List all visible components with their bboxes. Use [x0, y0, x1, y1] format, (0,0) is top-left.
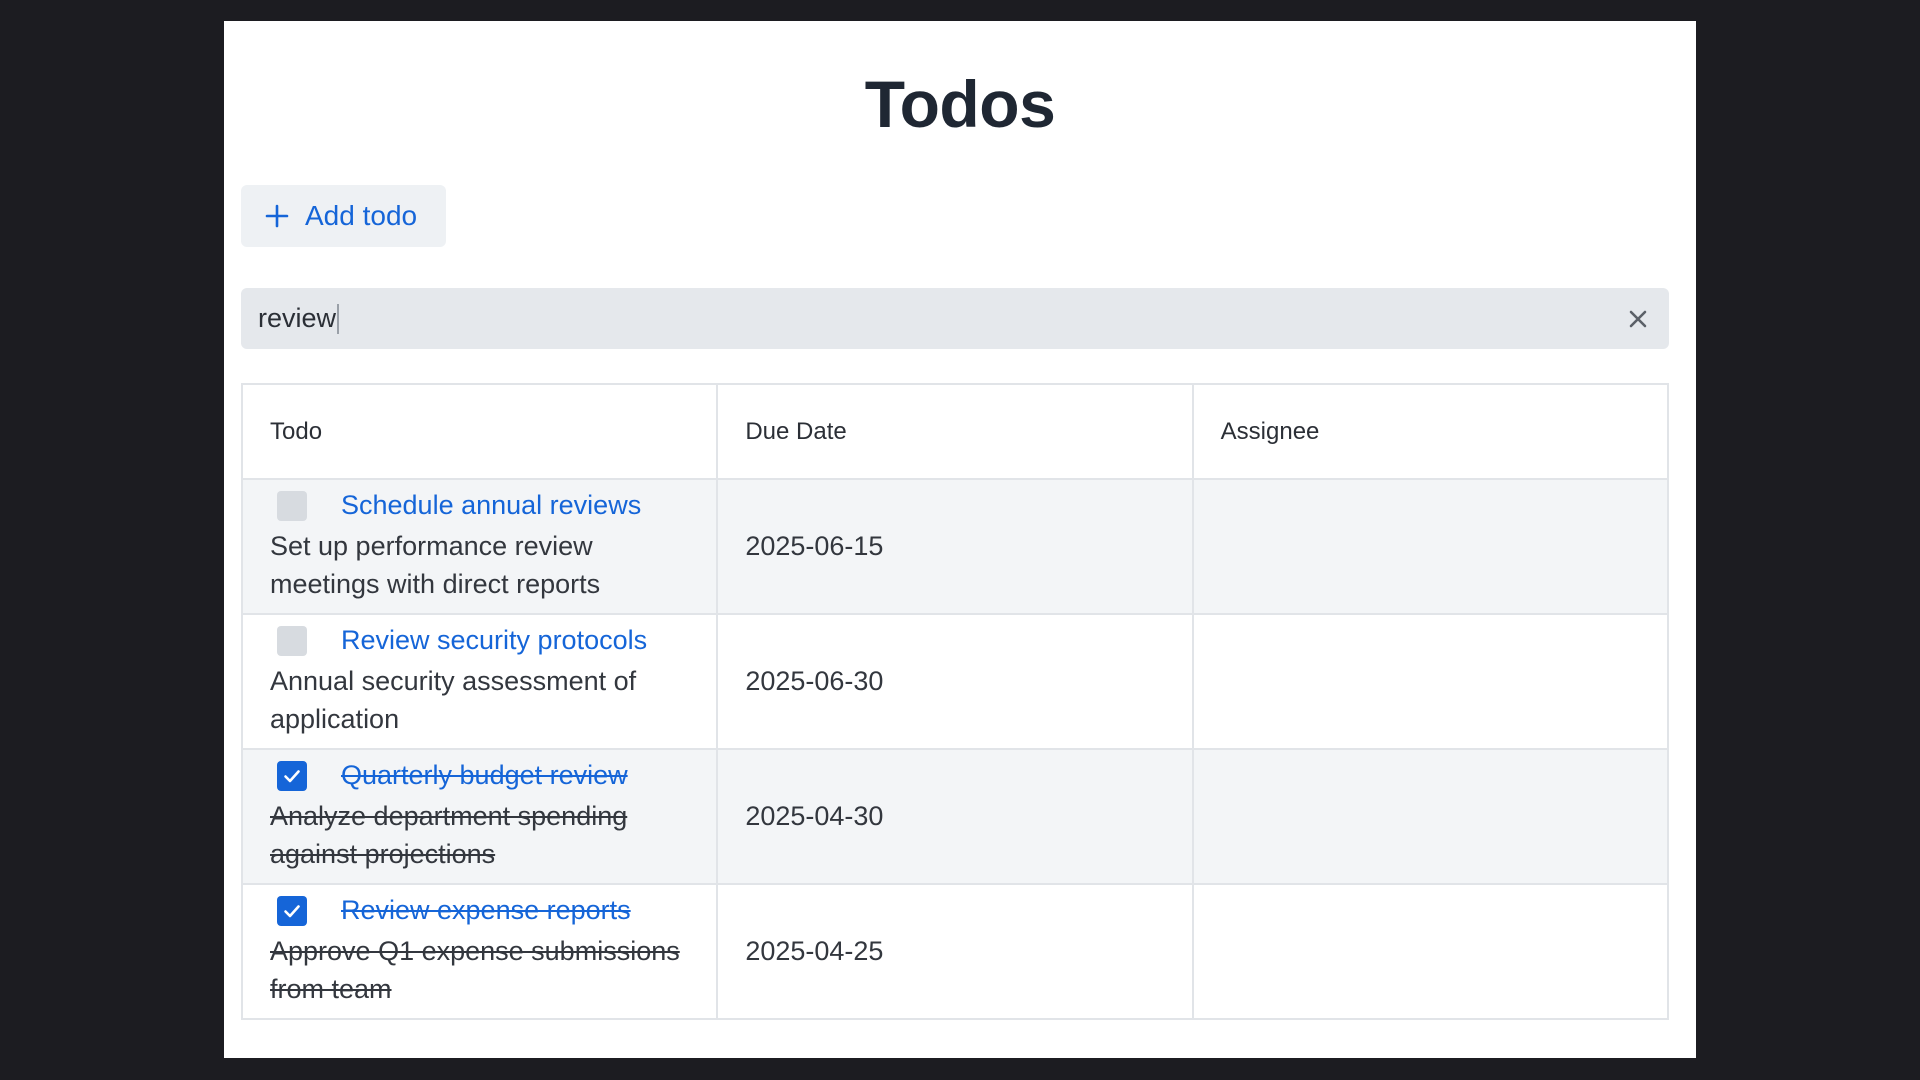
todos-app: Todos Add todo review Todo Due Date Assi… — [224, 21, 1696, 1058]
todo-cell: Schedule annual reviews Set up performanc… — [240, 478, 719, 615]
table-row: Review security protocols Annual security… — [240, 613, 1670, 750]
assignee-cell — [1191, 478, 1670, 615]
search-field[interactable]: review — [241, 288, 1669, 349]
todo-title-link[interactable]: Review expense reports — [341, 895, 631, 926]
table-row: Quarterly budget review Analyze departmen… — [240, 748, 1670, 885]
todo-checkbox[interactable] — [277, 625, 307, 656]
todo-description: Set up performance review meetings with … — [270, 531, 601, 599]
todo-checkbox[interactable] — [277, 490, 307, 521]
page-title: Todos — [864, 67, 1056, 141]
todo-description: Annual security assessment of applicatio… — [270, 666, 637, 734]
assignee-cell — [1191, 748, 1670, 885]
todos-table-body: Schedule annual reviews Set up performanc… — [240, 478, 1670, 1020]
todo-title-link[interactable]: Schedule annual reviews — [341, 490, 641, 521]
add-todo-button[interactable]: Add todo — [241, 185, 446, 247]
table-header-row: Todo Due Date Assignee — [240, 383, 1670, 480]
due-date-cell: 2025-04-30 — [716, 748, 1194, 885]
due-date-cell: 2025-06-30 — [716, 613, 1194, 750]
column-header-due-date: Due Date — [716, 383, 1194, 480]
todo-cell: Review security protocols Annual security… — [240, 613, 719, 750]
todo-header: Review expense reports — [270, 895, 689, 926]
todo-title-link[interactable]: Review security protocols — [341, 625, 647, 656]
search-input-value: review — [258, 303, 337, 333]
todo-cell: Quarterly budget review Analyze departmen… — [240, 748, 719, 885]
todo-title-link[interactable]: Quarterly budget review — [341, 760, 628, 791]
table-row: Schedule annual reviews Set up performanc… — [240, 478, 1670, 615]
column-header-assignee: Assignee — [1191, 383, 1670, 480]
todo-checkbox[interactable] — [277, 760, 307, 791]
table-row: Review expense reports Approve Q1 expense… — [240, 883, 1670, 1020]
column-header-todo: Todo — [240, 383, 719, 480]
todo-checkbox[interactable] — [277, 895, 307, 926]
due-date-cell: 2025-06-15 — [716, 478, 1194, 615]
checkmark-icon — [284, 769, 300, 782]
assignee-cell — [1191, 883, 1670, 1020]
assignee-cell — [1191, 613, 1670, 750]
checkmark-icon — [284, 904, 300, 917]
todo-header: Quarterly budget review — [270, 760, 689, 791]
todos-table: Todo Due Date Assignee Schedule annual r… — [240, 383, 1670, 1020]
todo-description: Analyze department spending against proj… — [270, 801, 628, 869]
plus-icon — [265, 204, 289, 228]
add-todo-label: Add todo — [305, 200, 418, 231]
close-icon[interactable] — [1627, 308, 1649, 330]
todo-cell: Review expense reports Approve Q1 expense… — [240, 883, 719, 1020]
search-input[interactable]: review — [258, 303, 1627, 334]
text-caret — [337, 303, 340, 334]
todo-header: Schedule annual reviews — [270, 490, 689, 521]
todo-description: Approve Q1 expense submissions from team — [270, 936, 680, 1004]
todo-header: Review security protocols — [270, 625, 689, 656]
due-date-cell: 2025-04-25 — [716, 883, 1194, 1020]
